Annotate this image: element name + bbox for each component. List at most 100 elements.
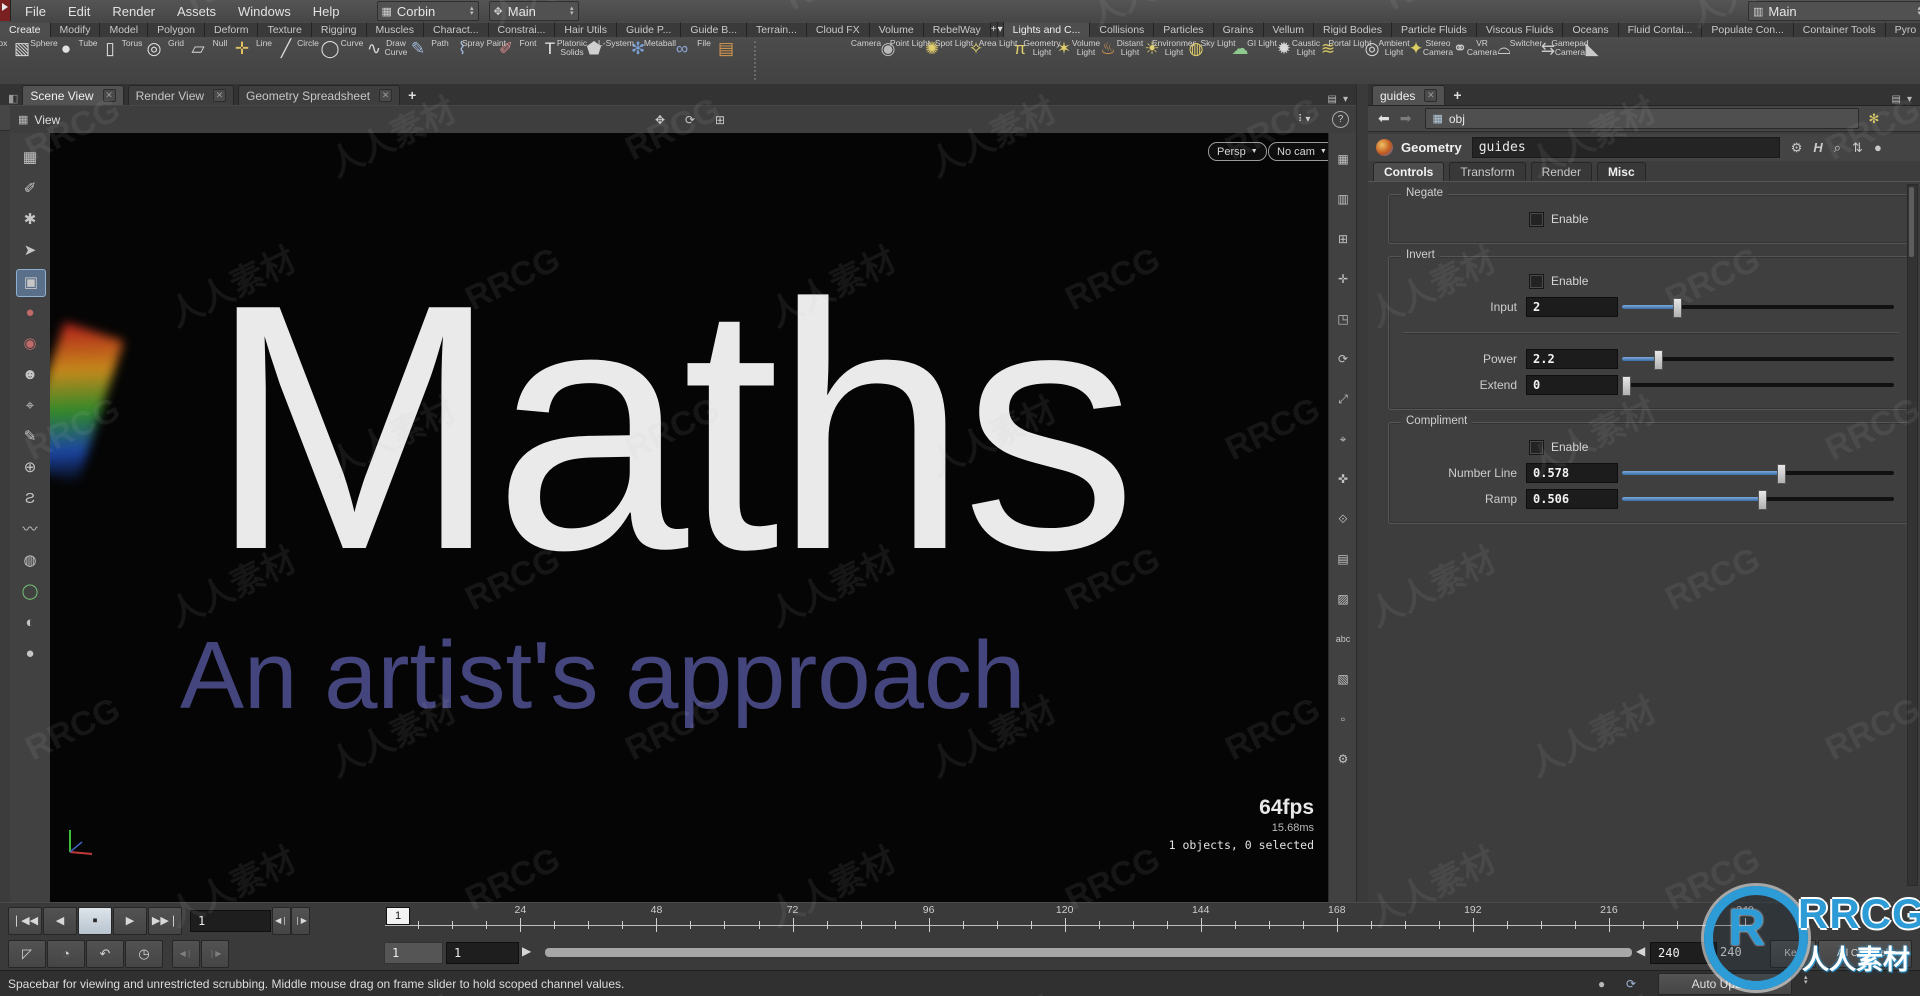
pane-tab-render-view[interactable]: Render View ✕ (127, 85, 235, 105)
tab-guides[interactable]: guides ✕ (1372, 85, 1446, 105)
shelf-tab-volume[interactable]: Volume (869, 22, 924, 38)
shelf-tab-lights-and-c-[interactable]: Lights and C... (1003, 22, 1091, 38)
left-toolbar-tool-12[interactable]: Ƨ (16, 486, 44, 512)
slider-handle[interactable] (1757, 490, 1767, 510)
camera-select-button[interactable]: No cam ▼ (1268, 142, 1336, 161)
left-toolbar-tool-6[interactable]: ● (16, 300, 44, 326)
close-icon[interactable]: ✕ (379, 89, 393, 102)
persp-view-button[interactable]: Persp ▼ (1208, 142, 1267, 161)
param-slider[interactable] (1621, 376, 1894, 396)
shelf-tab-particles[interactable]: Particles (1154, 22, 1214, 38)
close-icon[interactable]: ✕ (102, 89, 116, 102)
menu-help[interactable]: Help (302, 4, 351, 19)
right-toolbar-tool-14[interactable]: ▧ (1333, 669, 1353, 689)
step-back-button[interactable]: ◀❘ (272, 907, 291, 935)
node-name-field[interactable]: guides (1471, 137, 1780, 158)
shelf-tool-gamepad-camera[interactable]: ◣ Gamepad Camera (1551, 37, 1614, 84)
shelf-tab-model[interactable]: Model (100, 22, 149, 38)
param-slider[interactable] (1622, 298, 1894, 318)
jump-end-button[interactable]: ▶▶❘ (148, 907, 182, 935)
current-frame-field[interactable]: 1 (190, 910, 271, 932)
right-toolbar-tool-10[interactable]: ⟐ (1333, 509, 1353, 529)
left-toolbar-tool-15[interactable]: ◯ (16, 579, 44, 605)
left-toolbar-tool-1[interactable]: ▦ (16, 145, 44, 171)
shelf-tab-create[interactable]: Create (0, 22, 51, 38)
shelf-tab-vellum[interactable]: Vellum (1263, 22, 1315, 38)
param-tab-render[interactable]: Render (1530, 162, 1592, 181)
select-mode-icon[interactable]: ✥ (655, 113, 665, 127)
param-slider[interactable] (1622, 464, 1894, 484)
right-toolbar-tool-3[interactable]: ⊞ (1333, 229, 1353, 249)
scrub-mode-button[interactable]: ◸ (8, 940, 46, 968)
slider-handle[interactable] (1621, 376, 1631, 396)
snap-mode-icon[interactable]: ⟳ (685, 113, 695, 127)
shelf-tab-oceans[interactable]: Oceans (1563, 22, 1619, 38)
close-icon[interactable]: ✕ (213, 89, 227, 102)
left-toolbar-tool-2[interactable]: ✐ (16, 176, 44, 202)
right-toolbar-tool-11[interactable]: ▤ (1333, 549, 1353, 569)
more-icon[interactable]: ● (1874, 140, 1882, 155)
shelf-tab-fluid-contai-[interactable]: Fluid Contai... (1618, 22, 1703, 38)
shelf-tab-cloud-fx[interactable]: Cloud FX (806, 22, 870, 38)
right-toolbar-tool-7[interactable]: ⤢ (1333, 389, 1353, 409)
left-toolbar-tool-13[interactable]: 〰 (16, 517, 44, 543)
right-toolbar-tool-4[interactable]: ✛ (1333, 269, 1353, 289)
search-icon[interactable]: ⌕ (1834, 140, 1841, 156)
enable-checkbox[interactable] (1529, 439, 1544, 455)
param-value-field[interactable]: 0 (1526, 375, 1618, 395)
shelf-tab-grains[interactable]: Grains (1213, 22, 1264, 38)
slider-handle[interactable] (1654, 350, 1664, 370)
pane-menu-icon[interactable]: ▤ (1328, 94, 1337, 105)
shelf-tab-charact-[interactable]: Charact... (424, 22, 489, 38)
slider-handle[interactable] (1673, 298, 1683, 318)
layout-spinner[interactable]: ▴ ▾ (570, 5, 574, 17)
param-value-field[interactable]: 0.506 (1526, 489, 1618, 509)
pane-tab-geometry-spreadsheet[interactable]: Geometry Spreadsheet ✕ (238, 85, 401, 105)
param-tab-controls[interactable]: Controls (1373, 162, 1445, 181)
range-start-field[interactable]: 1 (446, 942, 519, 964)
left-toolbar-tool-7[interactable]: ◉ (16, 331, 44, 357)
layout-selector[interactable]: ✥ Main ▴ ▾ (488, 1, 579, 21)
range-prev-key-button[interactable]: ◀❘ (172, 940, 200, 968)
shelf-tab-guide-p-[interactable]: Guide P... (617, 22, 682, 38)
pane-dropdown-icon[interactable]: ▾ (1343, 94, 1348, 105)
pane-tab-scene-view[interactable]: Scene View ✕ (22, 85, 124, 105)
gear-icon[interactable]: ⚙ (1791, 140, 1803, 156)
sort-icon[interactable]: ⇅ (1852, 140, 1863, 156)
right-path-field[interactable]: ▦ obj (1425, 108, 1860, 129)
cache-icon[interactable]: ● (1598, 977, 1605, 991)
slider-handle[interactable] (1776, 464, 1786, 484)
left-toolbar-tool-10[interactable]: ✎ (16, 424, 44, 450)
param-value-field[interactable]: 2 (1526, 297, 1618, 317)
back-arrow-icon[interactable]: ⬅ (1378, 110, 1390, 127)
shelf-add-tab-button[interactable]: + (990, 22, 998, 37)
left-toolbar-tool-17[interactable]: ● (16, 641, 44, 667)
enable-checkbox[interactable] (1529, 273, 1544, 289)
range-next-key-button[interactable]: ❘▶ (201, 940, 229, 968)
range-start-handle[interactable]: ▶ (522, 944, 531, 958)
audio-button[interactable]: ◔ (47, 940, 85, 968)
scene-viewport[interactable]: Maths An artist's approach 64fps 15.68ms… (50, 133, 1328, 902)
shelf-tab-polygon[interactable]: Polygon (148, 22, 206, 38)
range-end-handle[interactable]: ◀ (1636, 944, 1645, 958)
right-toolbar-tool-9[interactable]: ✜ (1333, 469, 1353, 489)
undo-scrub-button[interactable]: ↶ (86, 940, 124, 968)
shelf-tab-muscles[interactable]: Muscles (366, 22, 425, 38)
right-toolbar-tool-15[interactable]: ▫ (1333, 709, 1353, 729)
left-toolbar-tool-8[interactable]: ☻ (16, 362, 44, 388)
new-tab-button[interactable]: + (408, 86, 416, 105)
shelf-tab-particle-fluids[interactable]: Particle Fluids (1391, 22, 1477, 38)
right-toolbar-tool-8[interactable]: ⌖ (1333, 429, 1353, 449)
stop-button[interactable]: ▪ (78, 907, 112, 935)
layout-columns-icon[interactable]: ⠇▾ (1298, 114, 1310, 125)
right-toolbar-tool-16[interactable]: ⚙ (1333, 749, 1353, 769)
parameter-filter-icon[interactable]: ✻ (1868, 111, 1879, 127)
left-toolbar-tool-9[interactable]: ⌖ (16, 393, 44, 419)
play-reverse-button[interactable]: ◀ (43, 907, 77, 935)
shelf-tab-viscous-fluids[interactable]: Viscous Fluids (1476, 22, 1564, 38)
right-toolbar-tool-13[interactable]: abc (1333, 629, 1353, 649)
pane-menu-icon[interactable]: ▤ (1892, 94, 1901, 105)
view-grid-icon[interactable]: ▦ (18, 113, 28, 126)
global-start-field[interactable]: 1 (384, 942, 443, 964)
left-toolbar-tool-4[interactable]: ➤ (16, 238, 44, 264)
